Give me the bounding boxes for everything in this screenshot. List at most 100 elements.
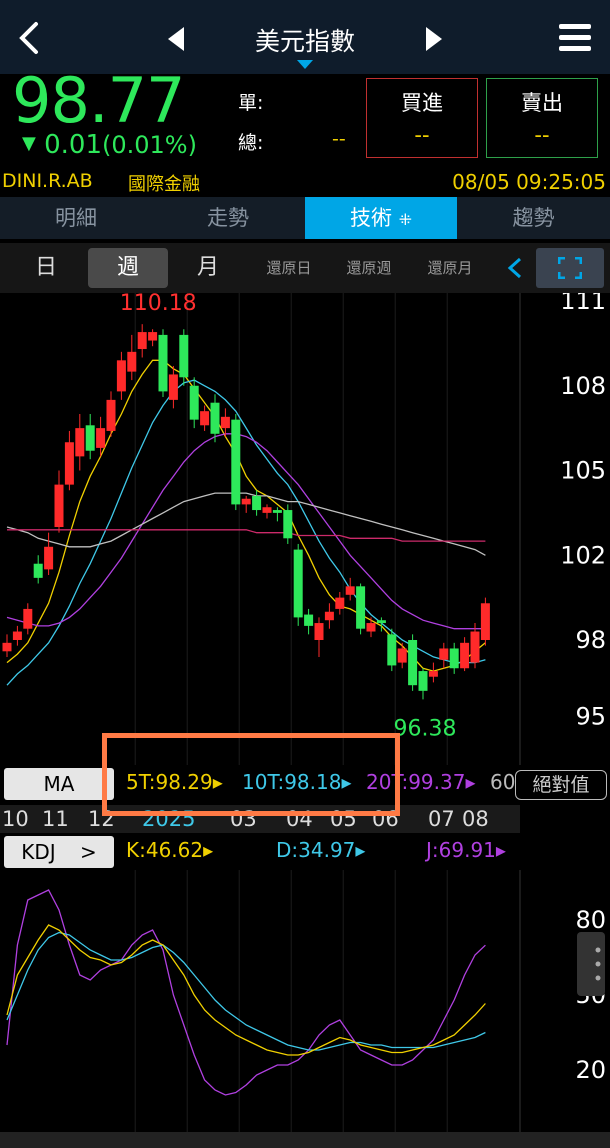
candle [158, 329, 168, 398]
candle [179, 329, 189, 386]
candle [168, 365, 178, 409]
buy-label: 買進 [401, 91, 443, 115]
tab-technical[interactable]: 技術 ⁜ [305, 197, 457, 239]
absolute-value-button[interactable]: 絕對值 [515, 770, 607, 800]
candle [387, 628, 397, 672]
change-percent: (0.01%) [102, 131, 197, 159]
candle [366, 617, 376, 638]
quote-datetime: 08/05 09:25:05 [452, 170, 606, 194]
candle [116, 351, 126, 400]
candle [480, 597, 490, 646]
x-tick: 07 [428, 807, 455, 831]
kdj-y-tick: 80 [575, 906, 606, 934]
candle [23, 603, 33, 635]
kdj-y-tick: 20 [575, 1056, 606, 1084]
candle [200, 405, 210, 431]
candle [137, 324, 147, 358]
candle [418, 668, 428, 700]
drag-handle-icon[interactable] [577, 932, 605, 996]
down-triangle-icon: ▼ [22, 133, 36, 154]
y-tick: 111 [560, 293, 606, 315]
tab-outlook[interactable]: 趨勢 [457, 197, 610, 239]
d-text: D:34.97 [276, 838, 356, 862]
y-tick: 108 [560, 372, 606, 400]
kdj-line-k [6, 924, 486, 1056]
period-week[interactable]: 週 [88, 248, 168, 288]
back-arrow-icon[interactable] [12, 18, 48, 58]
y-tick: 98 [575, 626, 606, 654]
d-value: D:34.97▸ [276, 838, 365, 862]
j-text: J:69.91 [426, 838, 496, 862]
k-value: K:46.62▸ [126, 838, 213, 862]
x-tick: 10 [2, 807, 29, 831]
candle [470, 623, 480, 669]
x-tick: 08 [462, 807, 489, 831]
kdj-line-j [6, 889, 486, 1096]
sell-value: -- [534, 123, 550, 147]
previous-symbol-icon[interactable] [166, 26, 186, 52]
kdj-button-label: KDJ [21, 840, 56, 864]
candle [262, 504, 272, 519]
candle [148, 329, 158, 347]
scroll-left-icon[interactable] [506, 257, 524, 279]
dropdown-triangle-icon[interactable] [297, 60, 313, 69]
kdj-indicator-row: KDJ > K:46.62▸ D:34.97▸ J:69.91▸ [0, 834, 610, 870]
candle [241, 495, 251, 513]
candle [408, 634, 418, 691]
k-text: K:46.62 [126, 838, 204, 862]
ma60-value: 60 [490, 770, 516, 794]
low-price-label: 96.38 [394, 716, 457, 741]
candle [2, 634, 12, 657]
candle [428, 662, 438, 683]
menu-icon[interactable] [558, 22, 592, 54]
sell-button[interactable]: 賣出 -- [486, 78, 598, 158]
period-adjusted-month[interactable]: 還原月 [410, 248, 490, 288]
candle [85, 414, 95, 460]
collapse-icon[interactable]: ⁜ [399, 210, 412, 229]
high-price-label: 110.18 [120, 293, 197, 316]
candle [356, 583, 366, 635]
buy-button[interactable]: 買進 -- [366, 78, 478, 158]
candle [106, 391, 116, 437]
x-tick: 11 [42, 807, 69, 831]
next-symbol-icon[interactable] [424, 26, 444, 52]
candle [272, 507, 282, 522]
candle [75, 414, 85, 471]
candle [314, 617, 324, 657]
buy-value: -- [414, 123, 430, 147]
period-month[interactable]: 月 [168, 248, 248, 288]
candle [220, 408, 230, 437]
candle [460, 637, 470, 672]
candlestick-chart[interactable]: 111 108 105 102 98 95 110.18 96.38 [0, 293, 610, 765]
bottom-toolbar [0, 1132, 610, 1148]
candle [283, 504, 293, 544]
candle [33, 555, 43, 584]
candle [54, 470, 64, 533]
ma-selector-button[interactable]: MA [4, 768, 114, 800]
k-marker-icon: ▸ [203, 838, 214, 862]
y-tick: 105 [560, 457, 606, 485]
kdj-selector-button[interactable]: KDJ > [4, 836, 114, 868]
period-selector: 日 週 月 還原日 還原週 還原月 [0, 243, 610, 293]
y-tick: 95 [575, 702, 606, 730]
main-tabs: 明細 走勢 技術 ⁜ 趨勢 [0, 197, 610, 239]
tab-trend[interactable]: 走勢 [152, 197, 304, 239]
page-title[interactable]: 美元指數 [210, 22, 400, 58]
candle [345, 577, 355, 601]
period-adjusted-day[interactable]: 還原日 [250, 248, 328, 288]
kdj-chart[interactable]: 805020 [0, 870, 610, 1132]
d-marker-icon: ▸ [355, 838, 366, 862]
candle [44, 532, 54, 576]
fullscreen-button[interactable] [536, 248, 604, 288]
price-change: ▼ 0.01(0.01%) [22, 130, 197, 160]
sell-label: 賣出 [521, 91, 563, 115]
kdj-line-d [6, 931, 486, 1051]
ma20-marker-icon: ▸ [465, 770, 476, 794]
tab-details[interactable]: 明細 [0, 197, 152, 239]
period-day[interactable]: 日 [6, 248, 86, 288]
ma-line-long [7, 529, 486, 542]
unit-label: 單: [238, 92, 264, 114]
candle [64, 430, 74, 491]
candle [210, 394, 220, 443]
period-adjusted-week[interactable]: 還原週 [330, 248, 408, 288]
